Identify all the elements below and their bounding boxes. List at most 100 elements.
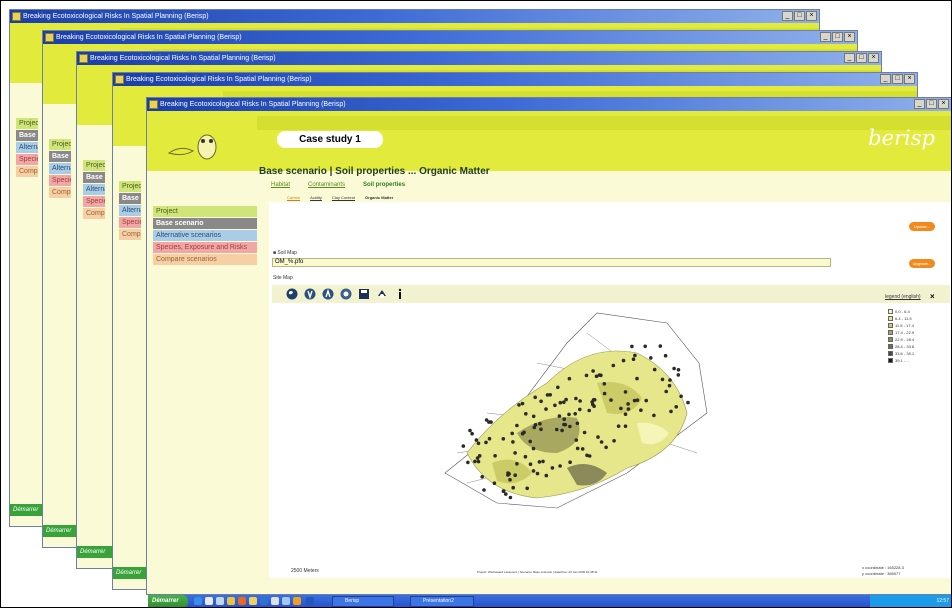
tab-habitat[interactable]: Habitat [271,182,290,188]
sample-point [573,412,577,416]
sidebar-item-base[interactable]: Base s [16,130,38,141]
sample-point [668,378,672,382]
save-icon[interactable] [358,287,370,299]
legend-close-icon[interactable]: × [930,292,935,301]
sidebar-item-project[interactable]: Project [119,181,141,192]
soil-map-select[interactable]: OM_%.pfo [272,258,831,267]
sidebar-item-base[interactable]: Base s [49,151,71,162]
sidebar-item-project[interactable]: Project [83,160,105,171]
maximize-button[interactable]: □ [892,74,903,84]
sample-point [484,440,488,445]
sidebar-item-compare[interactable]: Compa [83,208,105,219]
zoom-out-icon[interactable] [322,287,334,300]
folder-icon[interactable] [227,597,235,605]
sample-point [602,382,607,386]
minimize-button[interactable]: _ [782,11,793,21]
upgrade-button[interactable]: Upgrade... [909,259,935,268]
subtab-organic-matter[interactable]: Organic Matter [365,195,393,200]
maximize-button[interactable]: □ [794,11,805,21]
tab-contaminants[interactable]: Contaminants [308,182,345,188]
maximize-button[interactable]: □ [926,99,937,109]
refresh-icon[interactable] [376,287,388,299]
sample-point [523,454,528,459]
sidebar-item-alternative[interactable]: Alterna [49,163,71,174]
sidebar-item-compare[interactable]: Compa [16,166,38,177]
sample-point [574,396,578,401]
sidebar-item-base[interactable]: Base s [83,172,105,183]
site-map[interactable] [437,303,727,518]
sidebar-item-alternative-scenarios[interactable]: Alternative scenarios [153,230,257,241]
page-title: Base scenario | Soil properties ... Orga… [259,166,490,177]
minimize-button[interactable]: _ [914,99,925,109]
r-icon[interactable] [306,597,314,605]
pan-icon[interactable] [340,287,352,300]
sample-point [644,398,648,403]
app-icon[interactable] [293,597,301,605]
sidebar-item-base-scenario[interactable]: Base scenario [153,218,257,229]
sidebar-item-project[interactable]: Project [16,118,38,129]
app-icon[interactable] [282,597,290,605]
word-icon[interactable] [205,597,213,605]
sample-point [528,439,532,444]
minimize-button[interactable]: _ [820,32,831,42]
sidebar-item-project[interactable]: Project [49,139,71,150]
zoom-in-icon[interactable] [304,287,316,300]
close-button[interactable]: × [806,11,817,21]
sample-point [568,460,572,464]
sidebar-item-species[interactable]: Specie [119,217,141,228]
sidebar-item-alternative[interactable]: Alterna [83,184,105,195]
close-button[interactable]: × [844,32,855,42]
ie-icon[interactable] [194,597,202,605]
sidebar-item-compare[interactable]: Compa [119,229,141,240]
maximize-button[interactable]: □ [856,53,867,63]
sidebar-item-base[interactable]: Base s [119,193,141,204]
sample-point [506,471,510,475]
sample-point [582,430,587,435]
close-button[interactable]: × [868,53,879,63]
title-bar[interactable]: Breaking Ecotoxicological Risks In Spati… [10,10,819,23]
firefox-icon[interactable] [238,597,246,605]
close-button[interactable]: × [938,99,949,109]
sample-point [626,407,631,411]
sample-point [602,391,607,396]
app-icon[interactable] [271,597,279,605]
globe-icon[interactable] [286,287,298,300]
subtab-carbon[interactable]: Carbon [287,195,300,200]
sample-point [508,495,513,500]
app-icon[interactable] [260,597,268,605]
window-title: Breaking Ecotoxicological Risks In Spati… [90,55,276,62]
legend-header[interactable]: legend (english) [885,294,921,300]
x-coordinate-value: : 165228.3 [884,565,904,570]
maximize-button[interactable]: □ [832,32,843,42]
sidebar-item-species[interactable]: Specie [49,175,71,186]
sidebar: Project Base s Alterna Specie Compa [83,160,105,220]
title-bar[interactable]: Breaking Ecotoxicological Risks In Spati… [113,73,917,86]
subtab-acidity[interactable]: Acidity [310,195,322,200]
taskbar-button-berisp[interactable]: Berisp [332,596,394,607]
title-bar[interactable]: Breaking Ecotoxicological Risks In Spati… [77,52,881,65]
sidebar-item-alternative[interactable]: Alterna [16,142,38,153]
sidebar-item-alternative[interactable]: Alterna [119,205,141,216]
sidebar-item-species[interactable]: Specie [16,154,38,165]
title-bar[interactable]: Breaking Ecotoxicological Risks In Spati… [147,98,951,111]
info-icon[interactable] [394,287,406,299]
explorer-icon[interactable] [216,597,224,605]
minimize-button[interactable]: _ [880,74,891,84]
sidebar-item-project[interactable]: Project [153,206,257,217]
start-button[interactable]: Démarrer [148,595,188,608]
title-bar[interactable]: Breaking Ecotoxicological Risks In Spati… [43,31,857,44]
update-button[interactable]: Update... [909,222,935,231]
sample-point [649,356,653,360]
sidebar-item-species-exposure-risks[interactable]: Species, Exposure and Risks [153,242,257,253]
taskbar-button-presentation[interactable]: Présentation2 [410,596,474,607]
sample-point [632,398,637,403]
app-icon[interactable] [249,597,257,605]
close-button[interactable]: × [904,74,915,84]
start-button[interactable]: Démarrer [77,546,115,558]
sidebar-item-compare[interactable]: Compa [49,187,71,198]
sidebar-item-species[interactable]: Specie [83,196,105,207]
sidebar-item-compare-scenarios[interactable]: Compare scenarios [153,254,257,265]
minimize-button[interactable]: _ [844,53,855,63]
tab-soil-properties[interactable]: Soil properties [363,182,405,188]
subtab-clay-content[interactable]: Clay Content [332,195,355,200]
